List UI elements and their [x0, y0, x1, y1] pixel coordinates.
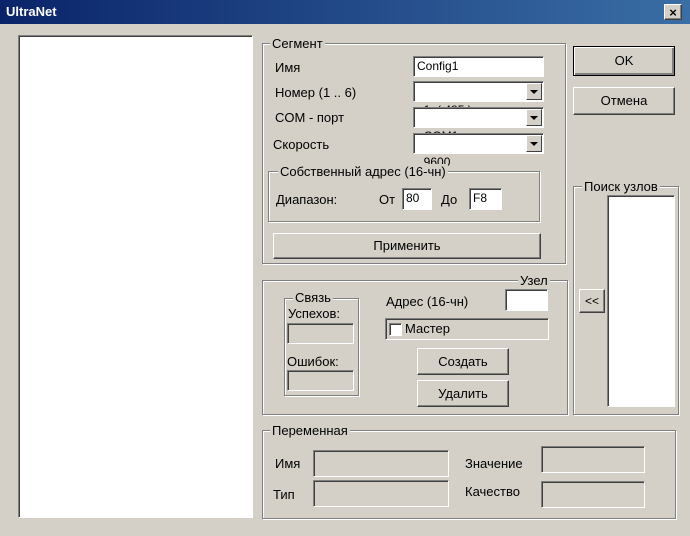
apply-button[interactable]: Применить [273, 233, 541, 259]
segment-number-label: Номер (1 .. 6) [275, 85, 357, 100]
master-label: Мастер [405, 321, 450, 336]
segment-name-label: Имя [275, 60, 301, 75]
title-bar [0, 0, 690, 24]
variable-quality-label: Качество [465, 484, 520, 499]
master-checkbox[interactable] [389, 323, 402, 336]
move-left-button[interactable]: << [579, 289, 605, 313]
node-address-input[interactable] [505, 289, 548, 311]
variable-legend: Переменная [270, 423, 350, 438]
range-from-input[interactable]: 80 [402, 188, 432, 210]
segment-tree-list[interactable] [18, 35, 253, 518]
node-address-label: Адрес (16-чн) [386, 294, 469, 309]
dropdown-arrow-icon[interactable] [526, 135, 542, 152]
errors-count-field [287, 370, 354, 391]
node-search-list[interactable] [607, 195, 675, 407]
node-legend: Узел [518, 273, 550, 288]
ok-button[interactable]: OK [573, 46, 675, 76]
dropdown-arrow-icon[interactable] [526, 83, 542, 100]
delete-node-button[interactable]: Удалить [417, 380, 509, 407]
window-title: UltraNet [6, 4, 57, 19]
variable-value-field [541, 446, 645, 473]
variable-name-field [313, 450, 449, 477]
errors-label: Ошибок: [287, 354, 339, 369]
range-to-label: До [441, 192, 458, 207]
segment-name-input[interactable]: Config1 [413, 56, 544, 77]
segment-number-select[interactable]: 1 ( 485 ) [413, 81, 544, 117]
speed-select[interactable]: 9600 [413, 133, 544, 169]
create-node-button[interactable]: Создать [417, 348, 509, 375]
speed-label: Скорость [273, 137, 330, 152]
range-from-label: От [379, 192, 396, 207]
variable-quality-field [541, 481, 645, 508]
com-port-label: COM - порт [275, 110, 345, 125]
variable-type-field [313, 480, 449, 507]
cancel-button[interactable]: Отмена [573, 87, 675, 115]
own-address-legend: Собственный адрес (16-чн) [278, 164, 448, 179]
node-search-legend: Поиск узлов [582, 179, 660, 194]
range-label: Диапазон: [276, 192, 338, 207]
range-to-input[interactable]: F8 [469, 188, 502, 210]
link-legend: Связь [293, 290, 333, 305]
variable-name-label: Имя [275, 456, 301, 471]
success-label: Успехов: [288, 306, 340, 321]
com-port-select[interactable]: COM1 [413, 107, 544, 143]
success-count-field [287, 323, 354, 344]
close-button[interactable]: × [664, 4, 682, 20]
segment-legend: Сегмент [270, 36, 325, 51]
variable-type-label: Тип [273, 487, 295, 502]
dropdown-arrow-icon[interactable] [526, 109, 542, 126]
variable-value-label: Значение [465, 456, 523, 471]
